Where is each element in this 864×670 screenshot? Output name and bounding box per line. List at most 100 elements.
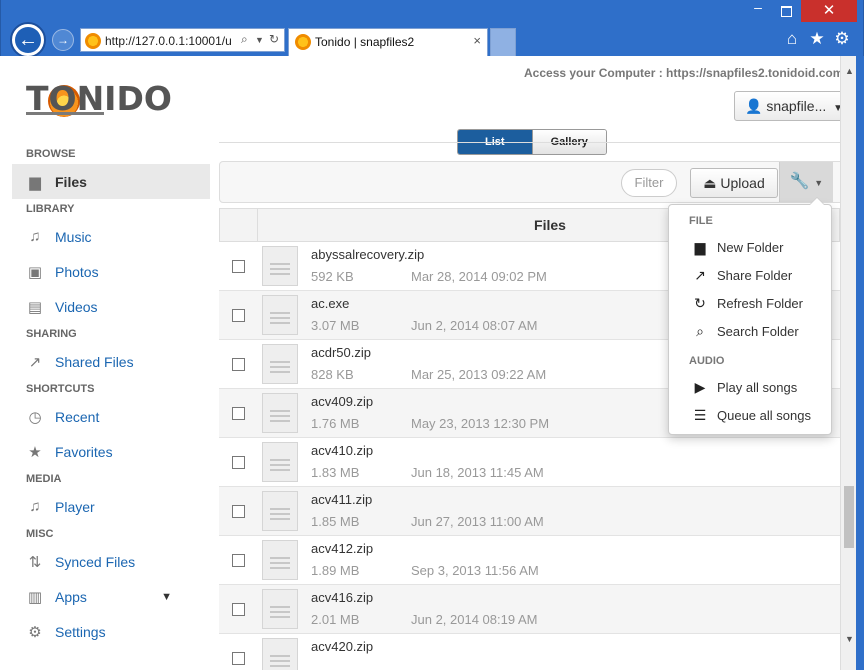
table-row[interactable]: acv410.zip 1.83 MB Jun 18, 2013 11:45 AM — [219, 438, 840, 487]
file-name[interactable]: acdr50.zip — [311, 345, 371, 360]
sidebar-item-label: Shared Files — [55, 353, 134, 370]
sidebar-item-music[interactable]: ♫ Music — [12, 219, 210, 254]
scrollbar-thumb[interactable] — [844, 486, 854, 548]
maximize-button[interactable] — [773, 0, 799, 20]
close-window-button[interactable]: ✕ — [801, 0, 857, 22]
wrench-icon: 🔧 — [789, 173, 810, 190]
row-checkbox[interactable] — [232, 554, 245, 567]
music-icon: ♫ — [29, 498, 41, 515]
file-size: 3.07 MB — [311, 318, 360, 333]
back-button[interactable]: ← — [10, 22, 46, 58]
file-name[interactable]: acv412.zip — [311, 541, 373, 556]
refresh-folder-menu-item[interactable]: ↻ Refresh Folder — [669, 289, 831, 317]
scroll-up-icon[interactable]: ▲ — [845, 66, 854, 76]
address-url[interactable]: http://127.0.0.1:10001/u — [105, 34, 235, 48]
sidebar-item-player[interactable]: ♫ Player — [12, 489, 210, 524]
browser-chrome: – ✕ ← → http://127.0.0.1:10001/u ⌕ ▼ ↻ T… — [0, 0, 864, 58]
sidebar-item-recent[interactable]: ◷ Recent — [12, 399, 210, 434]
sidebar-item-synced-files[interactable]: ⇅ Synced Files — [12, 544, 210, 579]
home-icon[interactable]: ⌂ — [781, 28, 803, 50]
search-icon: ⌕ — [696, 322, 704, 339]
sidebar-item-settings[interactable]: ⚙ Settings — [12, 614, 210, 649]
logo-underline — [26, 112, 104, 115]
share-folder-menu-item[interactable]: ↗ Share Folder — [669, 261, 831, 289]
menu-item-label: New Folder — [717, 239, 784, 255]
table-row[interactable]: acv420.zip — [219, 634, 840, 670]
row-checkbox[interactable] — [232, 309, 245, 322]
chart-icon: ▥ — [27, 588, 43, 606]
upload-label: Upload — [720, 175, 765, 191]
play-all-songs-menu-item[interactable]: ▶ Play all songs — [669, 373, 831, 401]
section-misc: MISC — [26, 528, 54, 540]
address-bar[interactable]: http://127.0.0.1:10001/u ⌕ ▼ ↻ — [80, 28, 285, 52]
browser-tab[interactable]: Tonido | snapfiles2 × — [288, 28, 488, 56]
sidebar-item-videos[interactable]: ▤ Videos — [12, 289, 210, 324]
settings-gear-icon[interactable]: ⚙ — [831, 28, 853, 50]
menu-item-label: Play all songs — [717, 379, 798, 395]
sidebar-item-photos[interactable]: ▣ Photos — [12, 254, 210, 289]
caret-down-icon: ▼ — [814, 178, 824, 188]
tab-favicon-icon — [295, 34, 311, 50]
section-sharing: SHARING — [26, 328, 77, 340]
row-checkbox[interactable] — [232, 260, 245, 273]
favorites-star-icon[interactable]: ★ — [806, 28, 828, 50]
sidebar-item-apps[interactable]: ▥ Apps ▼ — [12, 579, 210, 614]
sidebar-item-label: Synced Files — [55, 553, 136, 570]
sidebar-item-label: Favorites — [55, 443, 113, 460]
user-menu-button[interactable]: 👤 snapfile... ▼ — [734, 91, 840, 121]
search-folder-menu-item[interactable]: ⌕ Search Folder — [669, 317, 831, 345]
caret-down-icon[interactable]: ▼ — [161, 591, 172, 603]
dropdown-section-file: FILE — [689, 215, 713, 227]
row-checkbox[interactable] — [232, 456, 245, 469]
user-name: snapfile... — [766, 98, 827, 114]
file-name[interactable]: acv411.zip — [311, 492, 372, 507]
divider — [219, 142, 840, 143]
forward-button[interactable]: → — [52, 29, 74, 51]
tools-menu-button[interactable]: 🔧 ▼ — [779, 162, 833, 202]
row-checkbox[interactable] — [232, 407, 245, 420]
file-name[interactable]: abyssalrecovery.zip — [311, 247, 424, 262]
table-row[interactable]: acv416.zip 2.01 MB Jun 2, 2014 08:19 AM — [219, 585, 840, 634]
file-name[interactable]: acv409.zip — [311, 394, 373, 409]
tab-title: Tonido | snapfiles2 — [315, 35, 415, 49]
file-date: Jun 18, 2013 11:45 AM — [411, 465, 544, 480]
table-row[interactable]: acv411.zip 1.85 MB Jun 27, 2013 11:00 AM — [219, 487, 840, 536]
file-icon — [262, 540, 298, 580]
dropdown-arrow-icon[interactable]: ▼ — [255, 35, 264, 45]
tab-close-icon[interactable]: × — [473, 33, 481, 48]
sidebar-item-shared-files[interactable]: ↗ Shared Files — [12, 344, 210, 379]
new-folder-menu-item[interactable]: ▆ New Folder — [669, 233, 831, 261]
row-checkbox[interactable] — [232, 505, 245, 518]
file-date: Mar 25, 2013 09:22 AM — [411, 367, 547, 382]
filter-input[interactable]: Filter — [621, 169, 677, 197]
upload-button[interactable]: ⏏ Upload — [690, 168, 778, 198]
list-icon: ☰ — [693, 406, 707, 423]
file-name[interactable]: acv420.zip — [311, 639, 373, 654]
sidebar-item-files[interactable]: ▆ Files — [12, 164, 210, 199]
refresh-icon[interactable]: ↻ — [269, 32, 279, 46]
table-row[interactable]: acv412.zip 1.89 MB Sep 3, 2013 11:56 AM — [219, 536, 840, 585]
file-name[interactable]: acv410.zip — [311, 443, 373, 458]
row-checkbox[interactable] — [232, 603, 245, 616]
file-date: Mar 28, 2014 09:02 PM — [411, 269, 547, 284]
window-frame — [856, 56, 864, 670]
file-name[interactable]: acv416.zip — [311, 590, 373, 605]
access-url-text: Access your Computer : https://snapfiles… — [524, 66, 840, 80]
menu-item-label: Refresh Folder — [717, 295, 803, 311]
music-icon: ♫ — [29, 228, 41, 245]
clock-icon: ◷ — [28, 408, 42, 426]
menu-item-label: Queue all songs — [717, 407, 811, 423]
new-tab-button[interactable] — [490, 28, 516, 56]
queue-all-songs-menu-item[interactable]: ☰ Queue all songs — [669, 401, 831, 429]
scroll-down-icon[interactable]: ▼ — [845, 634, 854, 644]
share-icon: ↗ — [28, 353, 42, 371]
row-checkbox[interactable] — [232, 652, 245, 665]
tonido-logo[interactable]: TONIDO — [26, 76, 176, 118]
vertical-scrollbar[interactable]: ▲ ▼ — [840, 56, 856, 670]
row-checkbox[interactable] — [232, 358, 245, 371]
sidebar-item-favorites[interactable]: ★ Favorites — [12, 434, 210, 469]
dropdown-section-audio: AUDIO — [689, 355, 725, 367]
search-icon[interactable]: ⌕ — [241, 32, 248, 47]
minimize-button[interactable]: – — [745, 0, 771, 20]
file-name[interactable]: ac.exe — [311, 296, 349, 311]
